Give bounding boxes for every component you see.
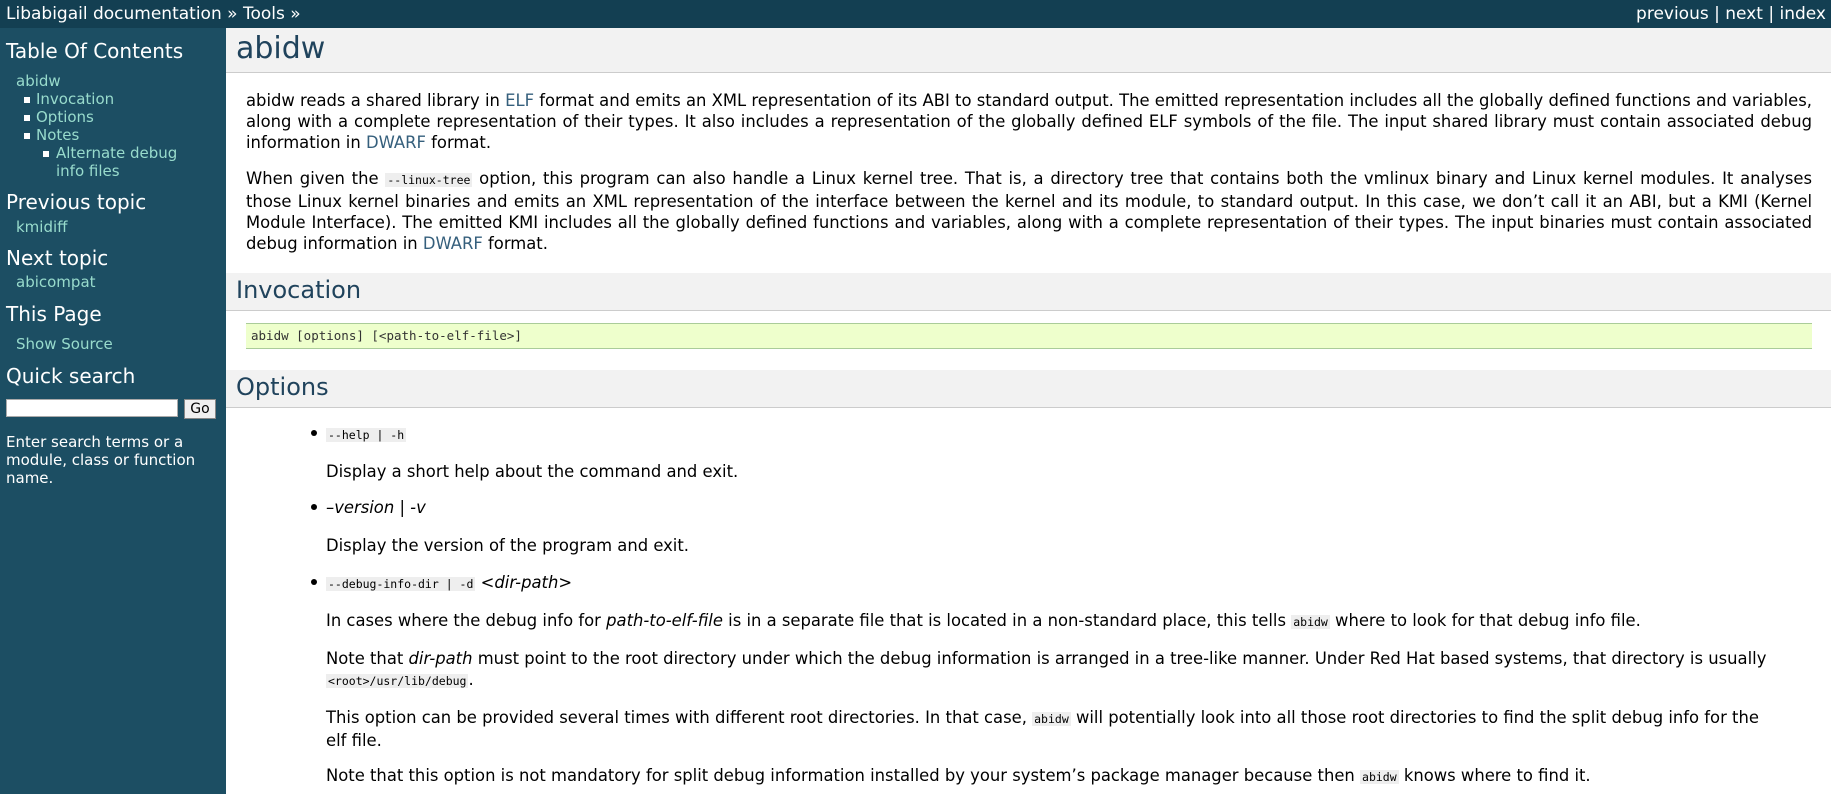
invocation-heading: Invocation	[236, 276, 362, 304]
inline-code: abidw	[1032, 712, 1071, 726]
go-button[interactable]: Go	[184, 399, 216, 419]
breadcrumb-tools-link[interactable]: Tools	[243, 4, 285, 24]
page-title: abidw	[236, 31, 326, 66]
text: In cases where the debug info for	[326, 611, 607, 630]
breadcrumb: Libabigail documentation » Tools »	[6, 0, 301, 28]
inline-code: <root>/usr/lib/debug	[326, 674, 469, 688]
previous-link[interactable]: previous	[1636, 4, 1709, 24]
next-topic-heading: Next topic	[6, 246, 109, 270]
toc-bullet	[43, 151, 49, 157]
index-link[interactable]: index	[1779, 4, 1826, 24]
this-page-heading: This Page	[6, 302, 102, 326]
text: .	[468, 670, 474, 689]
dwarf-link[interactable]: DWARF	[423, 234, 483, 253]
text: abidw reads a shared library in	[246, 91, 506, 110]
toc-bullet	[24, 133, 30, 139]
next-link[interactable]: next	[1725, 4, 1763, 24]
nav-divider: |	[1762, 4, 1780, 24]
show-source-link[interactable]: Show Source	[16, 335, 113, 353]
option-code: --help | -h	[326, 428, 407, 442]
toc-bullet	[24, 115, 30, 121]
text: where to look for that debug info file.	[1329, 611, 1641, 630]
text: must point to the root directory under w…	[472, 649, 1767, 668]
page-title-bar: abidw	[226, 28, 1831, 73]
sidebar: Table Of Contents abidw Invocation Optio…	[0, 28, 226, 794]
text: format.	[482, 234, 548, 253]
previous-topic-link[interactable]: kmidiff	[16, 218, 68, 236]
options-heading-bar: Options	[226, 370, 1831, 408]
breadcrumb-separator: »	[221, 4, 243, 24]
text: format.	[425, 133, 492, 152]
list-bullet	[311, 430, 317, 436]
dwarf-link[interactable]: DWARF	[366, 133, 426, 152]
option-debug-info-dir: --debug-info-dir | -d <dir-path>	[326, 572, 572, 595]
inline-code: abidw	[1291, 615, 1330, 629]
toc-link-alternate-debug-line2[interactable]: info files	[56, 162, 120, 180]
text: Note that	[326, 649, 409, 668]
invocation-code: abidw [options] [<path-to-elf-file>]	[251, 328, 522, 343]
toc-heading: Table Of Contents	[6, 39, 184, 63]
toc-link-options[interactable]: Options	[36, 108, 94, 126]
option-debug-description-2: Note that dir-path must point to the roo…	[326, 648, 1771, 692]
option-debug-description-1: In cases where the debug info for path-t…	[326, 610, 1771, 633]
previous-topic-heading: Previous topic	[6, 190, 147, 214]
option-text: –version | -v	[326, 498, 426, 517]
search-hint: Enter search terms or a module, class or…	[6, 433, 196, 487]
option-debug-description-4: Note that this option is not mandatory f…	[326, 765, 1771, 788]
text: When given the	[246, 169, 386, 188]
option-version-description: Display the version of the program and e…	[326, 536, 690, 555]
list-bullet	[311, 579, 317, 585]
inline-code: abidw	[1360, 770, 1399, 784]
related-nav: previous | next | index	[1636, 0, 1826, 28]
list-bullet	[311, 504, 317, 510]
toc-bullet	[24, 97, 30, 103]
next-topic-link[interactable]: abicompat	[16, 273, 96, 291]
nav-divider: |	[1708, 4, 1726, 24]
linux-tree-paragraph: When given the --linux-tree option, this…	[246, 168, 1812, 254]
toc-link-abidw[interactable]: abidw	[16, 72, 61, 90]
quick-search-heading: Quick search	[6, 364, 136, 388]
related-bar: Libabigail documentation » Tools » previ…	[0, 0, 1831, 28]
emphasis: path-to-elf-file	[606, 611, 723, 630]
elf-link[interactable]: ELF	[505, 91, 534, 110]
breadcrumb-separator: »	[284, 4, 301, 24]
option-argument: <dir-path>	[480, 573, 573, 592]
toc-link-alternate-debug-line1[interactable]: Alternate debug	[56, 144, 177, 162]
options-heading: Options	[236, 373, 329, 401]
invocation-code-block: abidw [options] [<path-to-elf-file>]	[246, 323, 1812, 349]
option-version: –version | -v	[326, 497, 426, 518]
emphasis: dir-path	[408, 649, 473, 668]
option-debug-description-3: This option can be provided several time…	[326, 707, 1771, 751]
text: Note that this option is not mandatory f…	[326, 766, 1361, 785]
document-body: abidw abidw reads a shared library in EL…	[226, 28, 1831, 794]
search-input[interactable]	[6, 399, 178, 417]
invocation-heading-bar: Invocation	[226, 273, 1831, 311]
option-code: --debug-info-dir | -d	[326, 577, 476, 591]
intro-paragraph: abidw reads a shared library in ELF form…	[246, 90, 1812, 153]
option-help-description: Display a short help about the command a…	[326, 462, 739, 481]
toc-link-notes[interactable]: Notes	[36, 126, 79, 144]
text: This option can be provided several time…	[326, 708, 1033, 727]
text: knows where to find it.	[1398, 766, 1591, 785]
breadcrumb-home-link[interactable]: Libabigail documentation	[6, 4, 222, 24]
toc-link-invocation[interactable]: Invocation	[36, 90, 114, 108]
option-help: --help | -h	[326, 423, 407, 446]
text: is in a separate file that is located in…	[722, 611, 1292, 630]
inline-code: --linux-tree	[385, 173, 473, 187]
